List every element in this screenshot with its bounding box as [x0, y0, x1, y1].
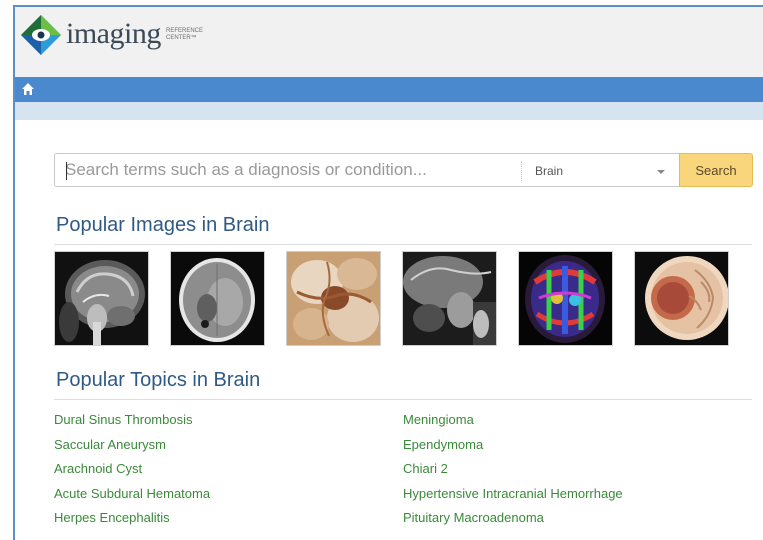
- text-cursor: [66, 162, 67, 180]
- site-header: imaging REFERENCE CENTER™: [15, 7, 763, 77]
- category-selected-value: Brain: [535, 164, 564, 178]
- topic-link[interactable]: Dural Sinus Thrombosis: [54, 412, 192, 427]
- logo-subtext: REFERENCE CENTER™: [166, 28, 204, 41]
- logo-wordmark: imaging: [66, 17, 161, 50]
- popular-topics-title: Popular Topics in Brain: [56, 369, 261, 391]
- category-dropdown[interactable]: Brain: [521, 161, 679, 181]
- topic-link[interactable]: Saccular Aneurysm: [54, 437, 166, 452]
- thumbnail-dti-tractography[interactable]: [518, 251, 613, 346]
- topic-link[interactable]: Arachnoid Cyst: [54, 461, 142, 476]
- search-button[interactable]: Search: [679, 153, 753, 187]
- thumbnail-meningioma-illustration[interactable]: [634, 251, 729, 346]
- chevron-down-icon: [657, 170, 665, 174]
- topic-link[interactable]: Pituitary Macroadenoma: [403, 510, 544, 525]
- nav-bar: [15, 77, 763, 102]
- site-logo[interactable]: imaging REFERENCE CENTER™: [19, 13, 219, 61]
- thumbnail-sagittal-mri-brain[interactable]: [54, 251, 149, 346]
- home-icon[interactable]: [21, 82, 35, 96]
- popular-images-title: Popular Images in Brain: [56, 214, 270, 236]
- topic-link[interactable]: Ependymoma: [403, 437, 483, 452]
- thumbnail-axial-ct-brain[interactable]: [170, 251, 265, 346]
- browser-frame: imaging REFERENCE CENTER™ Brain Search P…: [13, 5, 763, 540]
- sub-nav-bar: [15, 102, 763, 120]
- topic-link[interactable]: Meningioma: [403, 412, 474, 427]
- topic-link[interactable]: Hypertensive Intracranial Hemorrhage: [403, 486, 623, 501]
- topic-link[interactable]: Acute Subdural Hematoma: [54, 486, 210, 501]
- section-divider: [54, 399, 752, 400]
- section-divider: [54, 244, 752, 245]
- thumbnail-gross-pathology-brain[interactable]: [286, 251, 381, 346]
- thumbnail-sagittal-mri-pituitary[interactable]: [402, 251, 497, 346]
- topic-link[interactable]: Chiari 2: [403, 461, 448, 476]
- search-input[interactable]: [55, 154, 520, 186]
- topic-link[interactable]: Herpes Encephalitis: [54, 510, 170, 525]
- search-bar: Brain Search: [54, 153, 753, 187]
- logo-diamond-icon: [21, 15, 61, 55]
